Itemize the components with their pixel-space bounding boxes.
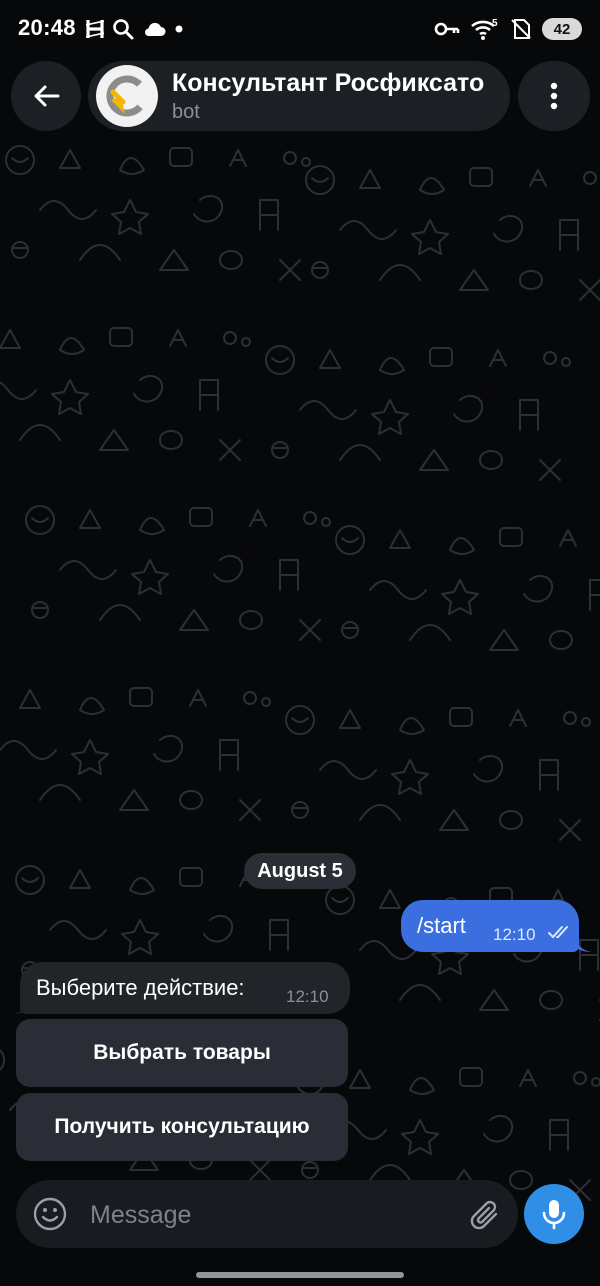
status-bar: 20:48 5 42 [0, 0, 600, 58]
message-time: 12:10 [493, 925, 536, 944]
double-check-icon [548, 926, 568, 939]
smiley-icon [33, 1197, 67, 1231]
more-vertical-icon [550, 82, 558, 110]
rosfiksator-logo-icon [106, 75, 148, 117]
voice-message-button[interactable] [524, 1184, 584, 1244]
get-consultation-button[interactable]: Получить консультацию [16, 1093, 348, 1161]
message-composer [16, 1180, 518, 1248]
more-options-button[interactable] [518, 61, 590, 131]
sim-off-icon [511, 19, 531, 39]
back-button[interactable] [11, 61, 81, 131]
chat-title: Консультант Росфиксато [172, 69, 485, 97]
message-input[interactable] [90, 1198, 450, 1232]
status-time: 20:48 [18, 15, 76, 40]
microphone-icon [542, 1200, 566, 1230]
dot-icon [175, 25, 183, 33]
incoming-message[interactable]: Выберите действие: 12:10 [20, 962, 350, 1014]
message-text: /start [417, 913, 466, 938]
search-icon [113, 19, 134, 40]
cloud-icon [145, 22, 166, 36]
wifi-badge: 5 [492, 18, 498, 29]
message-text: Выберите действие: [36, 975, 245, 1000]
chat-subtitle: bot [172, 101, 200, 123]
attach-button[interactable] [466, 1196, 506, 1236]
bot-avatar[interactable] [96, 65, 158, 127]
status-right-icons: 5 42 [434, 16, 582, 42]
emoji-button[interactable] [30, 1194, 70, 1234]
key-icon [434, 22, 460, 36]
status-left-icons [86, 16, 184, 42]
wifi-icon: 5 [471, 18, 498, 40]
date-separator: August 5 [244, 853, 356, 889]
h-icon [86, 20, 104, 38]
battery-indicator: 42 [542, 18, 582, 40]
paperclip-icon [470, 1200, 498, 1230]
message-time: 12:10 [286, 987, 329, 1006]
home-indicator[interactable] [196, 1272, 404, 1278]
outgoing-message[interactable]: /start 12:10 [401, 900, 579, 952]
arrow-left-icon [34, 85, 60, 107]
chat-header[interactable]: Консультант Росфиксато bot [88, 61, 510, 131]
select-products-button[interactable]: Выбрать товары [16, 1019, 348, 1087]
